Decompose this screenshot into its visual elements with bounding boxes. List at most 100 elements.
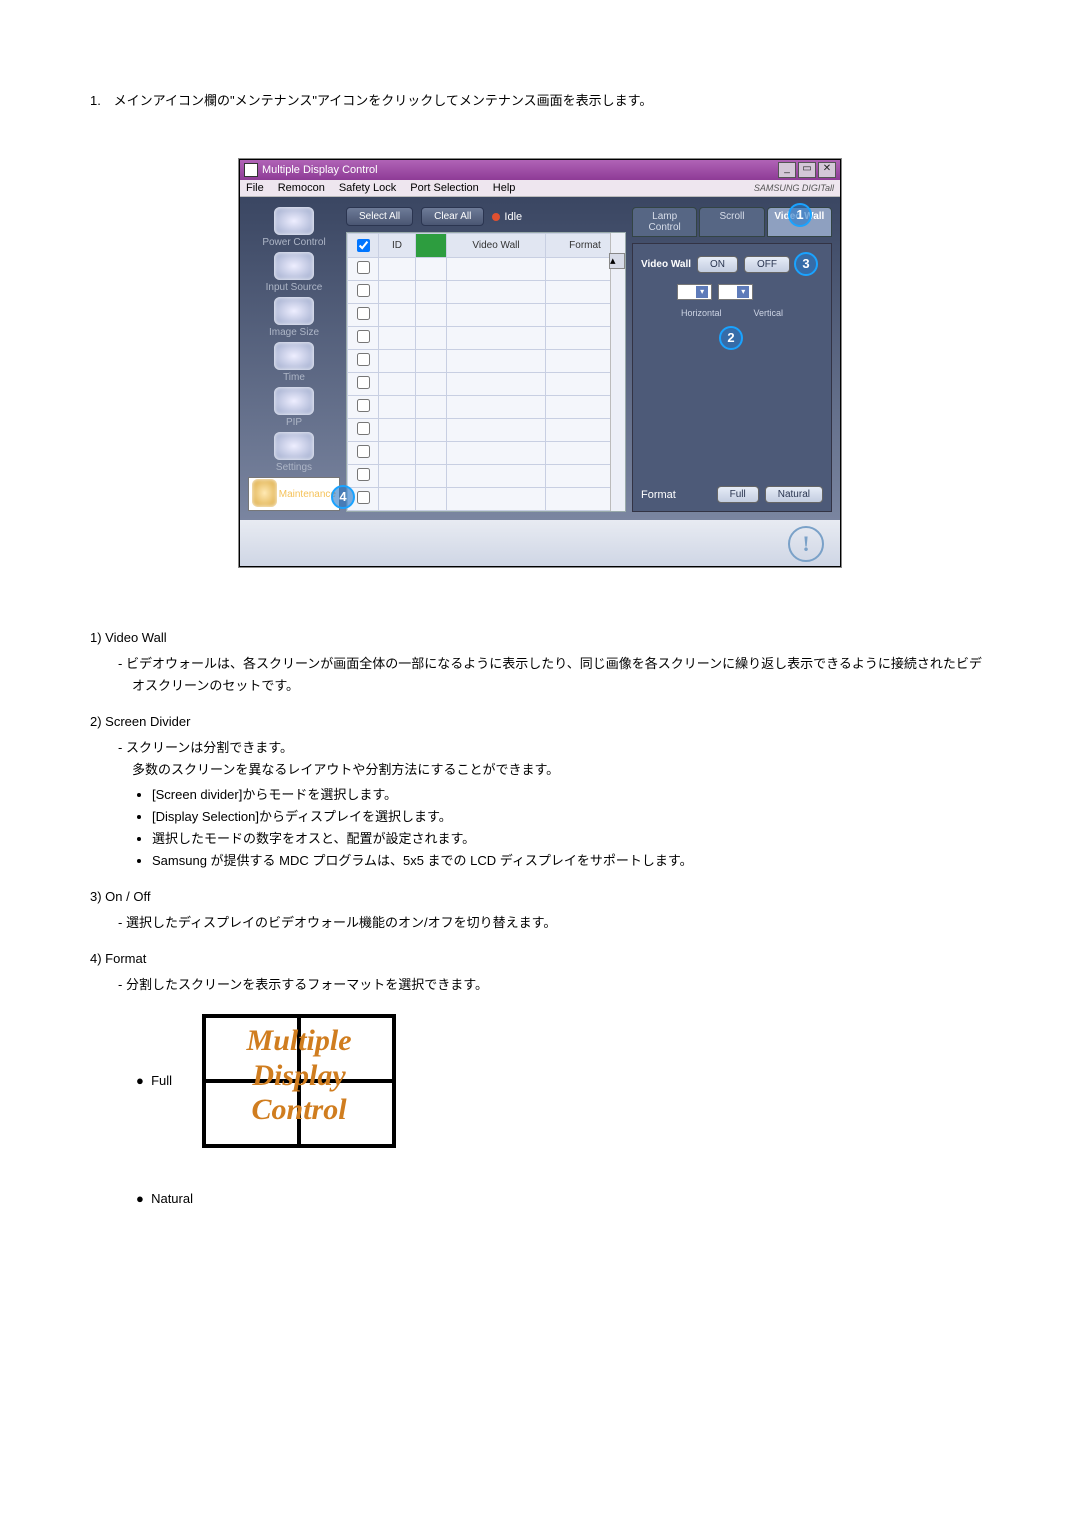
callout-1: 1 — [788, 203, 812, 227]
callout-3: 3 — [794, 252, 818, 276]
sidebar-item-image-size[interactable]: Image Size — [248, 297, 340, 338]
menu-help[interactable]: Help — [493, 182, 516, 194]
col-video-wall: Video Wall — [447, 234, 546, 258]
table-row[interactable] — [348, 373, 625, 396]
vertical-label: Vertical — [754, 308, 784, 318]
pip-icon — [274, 387, 314, 415]
intro-line: 1. メインアイコン欄の"メンテナンス"アイコンをクリックしてメンテナンス画面を… — [90, 90, 990, 109]
table-row[interactable] — [348, 419, 625, 442]
desc-2-bullet: Samsung が提供する MDC プログラムは、5x5 までの LCD ディス… — [152, 850, 990, 872]
maximize-button[interactable]: ▭ — [798, 162, 816, 178]
description-section: 1) Video Wall ビデオウォールは、各スクリーンが画面全体の一部になる… — [90, 627, 990, 1210]
image-size-icon — [274, 297, 314, 325]
off-button[interactable]: OFF — [744, 256, 790, 273]
col-id: ID — [379, 234, 416, 258]
desc-2-head: 2) Screen Divider — [90, 711, 990, 733]
sidebar-item-maintenance[interactable]: Maintenance — [248, 477, 340, 511]
window-titlebar: Multiple Display Control _ ▭ ✕ — [240, 160, 840, 180]
table-row[interactable] — [348, 281, 625, 304]
full-button[interactable]: Full — [717, 486, 759, 503]
sidebar-item-settings[interactable]: Settings — [248, 432, 340, 473]
desc-3-text: - 選択したディスプレイのビデオウォール機能のオン/オフを切り替えます。 — [118, 912, 990, 934]
clear-all-button[interactable]: Clear All — [421, 207, 484, 226]
sidebar: Power Control Input Source Image Size Ti… — [248, 207, 340, 512]
idle-label: Idle — [504, 211, 522, 223]
col-check-box[interactable] — [357, 239, 370, 252]
full-row: ● Full Multiple Display Control — [136, 1014, 990, 1148]
chevron-down-icon: ▾ — [696, 286, 708, 298]
table-row[interactable] — [348, 350, 625, 373]
desc-2-text2: 多数のスクリーンを異なるレイアウトや分割方法にすることができます。 — [132, 759, 990, 781]
video-wall-label: Video Wall — [641, 259, 691, 270]
sidebar-label: Settings — [276, 462, 312, 473]
table-row[interactable] — [348, 396, 625, 419]
desc-2-bullet: [Display Selection]からディスプレイを選択します。 — [152, 806, 990, 828]
sidebar-label: Input Source — [266, 282, 323, 293]
scrollbar-thumb[interactable]: ▴ — [609, 253, 625, 269]
sidebar-item-input-source[interactable]: Input Source — [248, 252, 340, 293]
app-window: Multiple Display Control _ ▭ ✕ File Remo… — [239, 159, 841, 567]
chevron-down-icon: ▾ — [737, 286, 749, 298]
sidebar-item-pip[interactable]: PIP — [248, 387, 340, 428]
format-label: Format — [641, 489, 676, 501]
center-area: Select All Clear All Idle ▴ ID — [346, 207, 626, 512]
power-icon — [274, 207, 314, 235]
col-check — [348, 234, 379, 258]
sidebar-item-time[interactable]: Time — [248, 342, 340, 383]
table-row[interactable] — [348, 465, 625, 488]
horizontal-select[interactable]: Off ▾ — [677, 284, 712, 300]
natural-button[interactable]: Natural — [765, 486, 823, 503]
window-title: Multiple Display Control — [262, 164, 778, 176]
table-row[interactable] — [348, 488, 625, 511]
callout-2: 2 — [719, 326, 743, 350]
display-grid: ▴ ID Video Wall Format — [346, 232, 626, 512]
table-row[interactable] — [348, 442, 625, 465]
sidebar-label: PIP — [286, 417, 302, 428]
col-status — [416, 234, 447, 258]
desc-4-text: - 分割したスクリーンを表示するフォーマットを選択できます。 — [118, 974, 990, 996]
time-icon — [274, 342, 314, 370]
table-row[interactable] — [348, 304, 625, 327]
menu-port-selection[interactable]: Port Selection — [410, 182, 478, 194]
table-row[interactable] — [348, 327, 625, 350]
scrollbar-track[interactable] — [610, 233, 625, 511]
on-button[interactable]: ON — [697, 256, 738, 273]
sidebar-item-power-control[interactable]: Power Control — [248, 207, 340, 248]
select-all-button[interactable]: Select All — [346, 207, 413, 226]
status-bar: ! — [240, 520, 840, 566]
settings-icon — [274, 432, 314, 460]
sidebar-label: Power Control — [262, 237, 325, 248]
menu-remocon[interactable]: Remocon — [278, 182, 325, 194]
close-button[interactable]: ✕ — [818, 162, 836, 178]
intro-text: メインアイコン欄の"メンテナンス"アイコンをクリックしてメンテナンス画面を表示し… — [114, 93, 653, 108]
intro-number: 1. — [90, 93, 110, 108]
tab-scroll[interactable]: Scroll — [699, 207, 764, 237]
minimize-button[interactable]: _ — [778, 162, 796, 178]
menu-file[interactable]: File — [246, 182, 264, 194]
desc-2-bullet: [Screen divider]からモードを選択します。 — [152, 784, 990, 806]
desc-4-head: 4) Format — [90, 948, 990, 970]
input-source-icon — [274, 252, 314, 280]
sidebar-label: Image Size — [269, 327, 319, 338]
right-panel: 1 Lamp Control Scroll Video Wall Video W… — [632, 207, 832, 512]
horizontal-label: Horizontal — [681, 308, 722, 318]
panel-body: Video Wall ON OFF 3 Off ▾ Off ▾ — [632, 243, 832, 512]
desc-1-text: ビデオウォールは、各スクリーンが画面全体の一部になるように表示したり、同じ画像を… — [132, 653, 990, 697]
tab-lamp-control[interactable]: Lamp Control — [632, 207, 697, 237]
menu-bar: File Remocon Safety Lock Port Selection … — [240, 180, 840, 197]
info-icon: ! — [788, 526, 824, 562]
app-icon — [244, 163, 258, 177]
sidebar-label: Time — [283, 372, 305, 383]
toolbar: Select All Clear All Idle — [346, 207, 626, 226]
idle-indicator: Idle — [492, 211, 522, 223]
full-diagram: Multiple Display Control — [202, 1014, 396, 1148]
desc-1-head: 1) Video Wall — [90, 627, 990, 649]
menu-safety-lock[interactable]: Safety Lock — [339, 182, 396, 194]
maintenance-icon — [252, 479, 277, 507]
table-row[interactable] — [348, 258, 625, 281]
desc-2-bullet: 選択したモードの数字をオスと、配置が設定されます。 — [152, 828, 990, 850]
callout-4: 4 — [331, 485, 355, 509]
idle-dot-icon — [492, 213, 500, 221]
vertical-select[interactable]: Off ▾ — [718, 284, 753, 300]
mdc-overlay-text: Multiple Display Control — [204, 1024, 394, 1128]
